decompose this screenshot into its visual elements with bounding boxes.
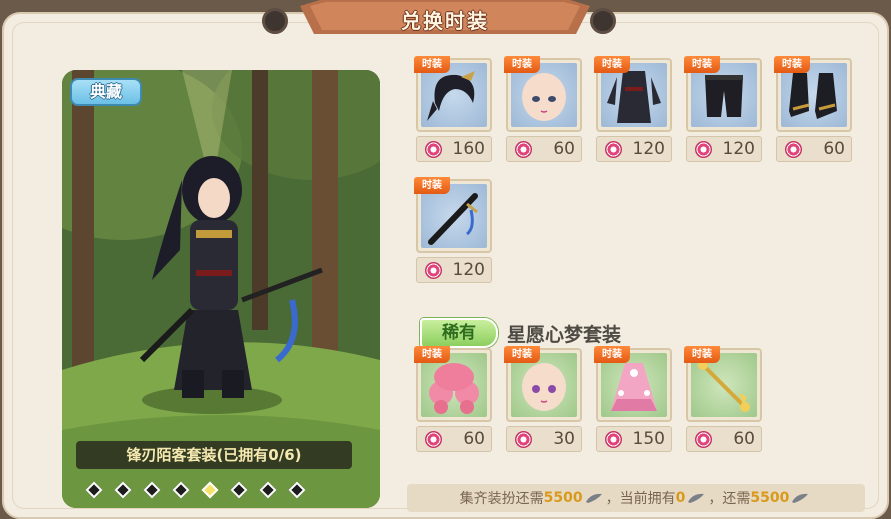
item-robe[interactable]: 时装 120 bbox=[594, 56, 672, 164]
price-box: 120 bbox=[686, 136, 762, 162]
fashion-tag: 时装 bbox=[504, 56, 540, 73]
collect-requirement-bar: 集齐装扮还需 5500 ，当前拥有 0 ，还需 5500 bbox=[407, 484, 865, 512]
coupon-icon bbox=[605, 430, 622, 448]
coupon-icon bbox=[515, 430, 532, 448]
coupon-icon bbox=[605, 140, 622, 158]
owned-amount: 0 bbox=[675, 490, 686, 506]
remaining-amount: 5500 bbox=[750, 490, 790, 506]
price-box: 150 bbox=[596, 426, 672, 452]
fashion-tag: 时装 bbox=[684, 346, 720, 363]
price-value: 120 bbox=[632, 139, 665, 159]
carousel-dots bbox=[85, 481, 306, 499]
feather-icon bbox=[791, 493, 809, 503]
price-box: 60 bbox=[686, 426, 762, 452]
feather-icon bbox=[687, 493, 705, 503]
footer-text: 集齐装扮还需 bbox=[459, 491, 544, 507]
item-pants[interactable]: 时装 120 bbox=[684, 56, 762, 164]
character-preview: 典藏 锋刃陌客套装(已拥有0/6) bbox=[62, 70, 380, 508]
price-box: 160 bbox=[416, 136, 492, 162]
feather-icon bbox=[585, 493, 603, 503]
exchange-panel: 典藏 锋刃陌客套装(已拥有0/6) 时装 160 时装 60 时装 120 时装… bbox=[2, 12, 889, 519]
fashion-tag: 时装 bbox=[504, 346, 540, 363]
price-box: 120 bbox=[416, 257, 492, 283]
item-hair[interactable]: 时装 160 bbox=[414, 56, 492, 164]
price-value: 120 bbox=[722, 139, 755, 159]
price-value: 30 bbox=[553, 429, 575, 449]
page-title: 兑换时装 bbox=[401, 8, 489, 33]
fashion-tag: 时装 bbox=[594, 56, 630, 73]
footer-text: ，当前拥有 bbox=[605, 491, 676, 507]
coupon-icon bbox=[425, 261, 442, 279]
price-value: 60 bbox=[823, 139, 845, 159]
item-wand[interactable]: 时装 60 bbox=[684, 346, 762, 454]
item-face[interactable]: 时装 60 bbox=[504, 56, 582, 164]
coupon-icon bbox=[425, 430, 442, 448]
carousel-dot[interactable] bbox=[230, 481, 248, 499]
coupon-icon bbox=[695, 430, 712, 448]
carousel-dot-active[interactable] bbox=[201, 481, 219, 499]
carousel-dot[interactable] bbox=[288, 481, 306, 499]
coupon-icon bbox=[695, 140, 712, 158]
fashion-tag: 时装 bbox=[414, 346, 450, 363]
footer-text: ，还需 bbox=[708, 491, 751, 507]
price-box: 60 bbox=[506, 136, 582, 162]
fashion-tag: 时装 bbox=[594, 346, 630, 363]
coupon-icon bbox=[425, 140, 442, 158]
fashion-tag: 时装 bbox=[774, 56, 810, 73]
price-value: 60 bbox=[733, 429, 755, 449]
coupon-icon bbox=[785, 140, 802, 158]
price-value: 120 bbox=[452, 260, 485, 280]
price-value: 150 bbox=[632, 429, 665, 449]
gear-ornament bbox=[262, 8, 288, 34]
set-name-label: 锋刃陌客套装(已拥有0/6) bbox=[76, 441, 352, 469]
item-sword[interactable]: 时装 120 bbox=[414, 177, 492, 285]
classic-tag: 典藏 bbox=[70, 78, 142, 106]
price-box: 30 bbox=[506, 426, 582, 452]
price-value: 60 bbox=[553, 139, 575, 159]
fashion-tag: 时装 bbox=[414, 56, 450, 73]
coupon-icon bbox=[515, 140, 532, 158]
item-pink-hair[interactable]: 时装 60 bbox=[414, 346, 492, 454]
price-value: 60 bbox=[463, 429, 485, 449]
item-face-rare[interactable]: 时装 30 bbox=[504, 346, 582, 454]
title-banner: 兑换时装 bbox=[300, 0, 590, 38]
required-amount: 5500 bbox=[543, 490, 583, 506]
carousel-dot[interactable] bbox=[143, 481, 161, 499]
price-box: 120 bbox=[596, 136, 672, 162]
carousel-dot[interactable] bbox=[114, 481, 132, 499]
gear-ornament bbox=[590, 8, 616, 34]
rare-tag: 稀有 bbox=[420, 318, 498, 348]
fashion-tag: 时装 bbox=[414, 177, 450, 194]
item-boots[interactable]: 时装 60 bbox=[774, 56, 852, 164]
price-box: 60 bbox=[776, 136, 852, 162]
rare-set-name: 星愿心梦套装 bbox=[507, 324, 622, 346]
item-pink-dress[interactable]: 时装 150 bbox=[594, 346, 672, 454]
price-value: 160 bbox=[452, 139, 485, 159]
carousel-dot[interactable] bbox=[259, 481, 277, 499]
fashion-tag: 时装 bbox=[684, 56, 720, 73]
carousel-dot[interactable] bbox=[85, 481, 103, 499]
carousel-dot[interactable] bbox=[172, 481, 190, 499]
price-box: 60 bbox=[416, 426, 492, 452]
